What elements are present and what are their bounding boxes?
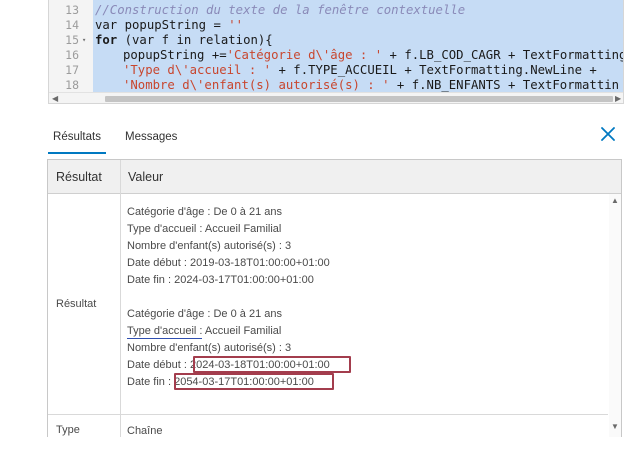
row-divider: [48, 414, 608, 415]
scroll-right-icon[interactable]: ▶: [615, 94, 621, 103]
code-token: 'Nombre d\'enfant(s) autorisé(s) : ': [123, 78, 390, 92]
code-editor[interactable]: 12131415161718▾ //Construction du texte …: [48, 0, 624, 104]
close-icon[interactable]: [598, 124, 618, 144]
code-token: + f.TYPE_ACCUEIL + TextFormatting.NewLin…: [271, 63, 597, 77]
code-token: var popupString =: [95, 18, 229, 32]
scrollbar-thumb[interactable]: [105, 96, 613, 102]
line-number: 18: [65, 78, 79, 92]
code-token: + f.NB_ENFANTS + TextFormattin: [389, 78, 620, 92]
value-line: Catégorie d'âge : De 0 à 21 ans: [127, 308, 282, 320]
code-line: 'Nombre d\'enfant(s) autorisé(s) : ' + f…: [123, 78, 619, 92]
vertical-scrollbar[interactable]: ▲ ▼: [609, 194, 621, 437]
code-token: 'Catégorie d\'âge : ': [226, 48, 383, 62]
value-line: Type d'accueil : Accueil Familial: [127, 325, 282, 337]
column-divider: [120, 160, 121, 437]
code-line: var popupString = '': [95, 18, 243, 33]
code-line: for (var f in relation){: [95, 33, 273, 48]
code-token: //Construction du texte de la fenêtre co…: [95, 3, 466, 17]
code-line: popupString +='Catégorie d\'âge : ' + f.…: [123, 48, 624, 63]
column-header-result: Résultat: [56, 170, 102, 184]
code-area[interactable]: //Construction du texte de la fenêtre co…: [93, 0, 624, 92]
code-token: popupString +=: [123, 48, 227, 62]
highlight-box-date-start: [193, 356, 351, 373]
tab-results[interactable]: Résultats: [48, 124, 106, 154]
line-number: 17: [65, 63, 79, 77]
table-header: Résultat Valeur: [48, 160, 621, 194]
code-line: 'Type d\'accueil : ' + f.TYPE_ACCUEIL + …: [123, 63, 597, 78]
code-token: 'Type d\'accueil : ': [123, 63, 272, 77]
value-line: Date fin : 2024-03-17T01:00:00+01:00: [127, 274, 314, 286]
fold-toggle-icon[interactable]: ▾: [82, 33, 86, 48]
code-token: (var f in relation){: [117, 33, 273, 47]
value-line: Nombre d'enfant(s) autorisé(s) : 3: [127, 342, 292, 354]
line-number: 15: [65, 33, 79, 47]
highlight-box-date-end: [174, 373, 334, 390]
line-number-gutter: 12131415161718▾: [49, 0, 93, 92]
horizontal-scrollbar[interactable]: ◀ ▶: [49, 92, 623, 103]
column-header-value: Valeur: [128, 170, 164, 184]
value-line: Chaîne: [127, 425, 163, 437]
code-token: for: [95, 33, 118, 47]
scroll-left-icon[interactable]: ◀: [52, 94, 58, 103]
line-number: 14: [65, 18, 79, 32]
code-token: + f.LB_COD_CAGR + TextFormatting: [382, 48, 624, 62]
value-line: Date début : 2019-03-18T01:00:00+01:00: [127, 257, 330, 269]
scroll-up-icon[interactable]: ▲: [611, 196, 619, 206]
value-line: Type d'accueil : Accueil Familial: [127, 223, 282, 235]
results-table: Résultat Valeur Résultat Catégorie d'âge…: [47, 159, 622, 437]
tab-messages[interactable]: Messages: [125, 124, 177, 154]
scroll-down-icon[interactable]: ▼: [611, 422, 619, 432]
line-number: 13: [65, 3, 79, 17]
line-number: 16: [65, 48, 79, 62]
value-line: Nombre d'enfant(s) autorisé(s) : 3: [127, 240, 292, 252]
row-key-result: Résultat: [56, 298, 97, 310]
value-line: Catégorie d'âge : De 0 à 21 ans: [127, 206, 282, 218]
code-token: '': [228, 18, 244, 32]
annotation-underline: [127, 338, 202, 339]
code-line: //Construction du texte de la fenêtre co…: [95, 3, 465, 18]
row-key-type: Type: [56, 424, 80, 436]
